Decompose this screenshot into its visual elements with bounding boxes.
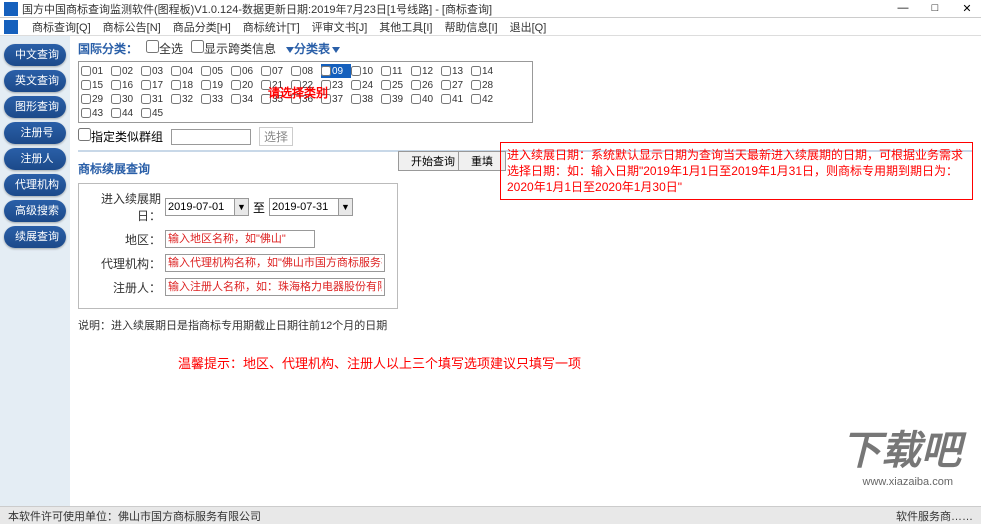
select-all-checkbox[interactable]: 全选 (146, 40, 183, 57)
menu-notice[interactable]: 商标公告[N] (97, 19, 167, 35)
class-checkbox-27[interactable]: 27 (441, 78, 471, 92)
menu-exit[interactable]: 退出[Q] (504, 19, 553, 35)
region-label: 地区： (85, 231, 165, 248)
sidebar-advanced[interactable]: 高级搜索 (4, 200, 66, 222)
sidebar-registrant[interactable]: 注册人 (4, 148, 66, 170)
region-input[interactable] (165, 230, 315, 248)
sidebar: 中文查询 英文查询 图形查询 注册号 注册人 代理机构 高级搜索 续展查询 (0, 36, 70, 506)
agency-input[interactable] (165, 254, 385, 272)
minimize-button[interactable]: — (893, 2, 913, 15)
class-checkbox-13[interactable]: 13 (441, 64, 471, 78)
class-checkbox-05[interactable]: 05 (201, 64, 231, 78)
menu-tools[interactable]: 其他工具[I] (373, 19, 438, 35)
class-checkbox-01[interactable]: 01 (81, 64, 111, 78)
titlebar: 国方中国商标查询监测软件(图程板)V1.0.124-数据更新日期:2019年7月… (0, 0, 981, 18)
status-left: 本软件许可使用单位：佛山市国方商标服务有限公司 (8, 508, 261, 524)
class-checkbox-11[interactable]: 11 (381, 64, 411, 78)
date-sep: 至 (253, 199, 265, 216)
class-checkbox-08[interactable]: 08 (291, 64, 321, 78)
status-right: 软件服务商…… (896, 508, 973, 524)
class-checkbox-16[interactable]: 16 (111, 78, 141, 92)
watermark-url: www.xiazaiba.com (863, 476, 953, 488)
date-from-dropdown[interactable]: ▼ (235, 198, 249, 216)
class-checkbox-15[interactable]: 15 (81, 78, 111, 92)
date-from-input[interactable] (165, 198, 235, 216)
class-checkbox-25[interactable]: 25 (381, 78, 411, 92)
sidebar-regnum[interactable]: 注册号 (4, 122, 66, 144)
show-cross-checkbox[interactable]: 显示跨类信息 (191, 40, 276, 57)
class-checkbox-18[interactable]: 18 (171, 78, 201, 92)
note-text: 说明：进入续展期日是指商标专用期截止日期往前12个月的日期 (78, 317, 973, 333)
similar-group-checkbox[interactable]: 指定类似群组 (78, 128, 163, 145)
date-to-dropdown[interactable]: ▼ (339, 198, 353, 216)
menu-icon (4, 20, 18, 34)
tip-text: 温馨提示：地区、代理机构、注册人以上三个填写选项建议只填写一项 (178, 353, 973, 372)
date-label: 进入续展期日： (85, 190, 165, 224)
class-checkbox-24[interactable]: 24 (351, 78, 381, 92)
class-checkbox-09[interactable]: 09 (321, 64, 351, 78)
info-box: 进入续展日期：系统默认显示日期为查询当天最新进入续展期的日期，可根据业务需求选择… (500, 142, 973, 200)
menu-classify[interactable]: 商品分类[H] (167, 19, 237, 35)
watermark: 下载吧 (841, 418, 961, 476)
class-checkbox-42[interactable]: 42 (471, 92, 501, 106)
class-checkbox-41[interactable]: 41 (441, 92, 471, 106)
content: 国际分类： 全选 显示跨类信息 分类表 01020304050607080910… (70, 36, 981, 506)
statusbar: 本软件许可使用单位：佛山市国方商标服务有限公司 软件服务商…… (0, 506, 981, 524)
class-checkbox-07[interactable]: 07 (261, 64, 291, 78)
class-checkbox-04[interactable]: 04 (171, 64, 201, 78)
menu-query[interactable]: 商标查询[Q] (26, 19, 97, 35)
overlay-hint: 请选择类别 (268, 84, 328, 101)
class-checkbox-02[interactable]: 02 (111, 64, 141, 78)
menu-stats[interactable]: 商标统计[T] (237, 19, 306, 35)
class-checkbox-19[interactable]: 19 (201, 78, 231, 92)
sidebar-graphic[interactable]: 图形查询 (4, 96, 66, 118)
menu-help[interactable]: 帮助信息[I] (438, 19, 503, 35)
class-checkbox-38[interactable]: 38 (351, 92, 381, 106)
class-checkbox-34[interactable]: 34 (231, 92, 261, 106)
classify-table-link[interactable]: 分类表 (284, 40, 340, 57)
classify-label: 国际分类： (78, 40, 138, 57)
sidebar-agency[interactable]: 代理机构 (4, 174, 66, 196)
close-button[interactable]: ✕ (957, 2, 977, 15)
class-checkbox-29[interactable]: 29 (81, 92, 111, 106)
reset-button[interactable]: 重填 (458, 151, 506, 171)
class-checkbox-32[interactable]: 32 (171, 92, 201, 106)
select-button[interactable]: 选择 (259, 127, 293, 146)
title-text: 国方中国商标查询监测软件(图程板)V1.0.124-数据更新日期:2019年7月… (22, 1, 893, 17)
app-icon (4, 2, 18, 16)
maximize-button[interactable]: □ (925, 2, 945, 15)
class-checkbox-26[interactable]: 26 (411, 78, 441, 92)
class-checkbox-33[interactable]: 33 (201, 92, 231, 106)
registrant-input[interactable] (165, 278, 385, 296)
class-checkbox-43[interactable]: 43 (81, 106, 111, 120)
class-checkbox-06[interactable]: 06 (231, 64, 261, 78)
registrant-label: 注册人： (85, 279, 165, 296)
agency-label: 代理机构： (85, 255, 165, 272)
sidebar-chinese[interactable]: 中文查询 (4, 44, 66, 66)
class-checkbox-17[interactable]: 17 (141, 78, 171, 92)
class-checkbox-39[interactable]: 39 (381, 92, 411, 106)
date-to-input[interactable] (269, 198, 339, 216)
class-checkbox-03[interactable]: 03 (141, 64, 171, 78)
menu-review[interactable]: 评审文书[J] (306, 19, 374, 35)
class-checkbox-12[interactable]: 12 (411, 64, 441, 78)
class-checkbox-20[interactable]: 20 (231, 78, 261, 92)
class-checkbox-44[interactable]: 44 (111, 106, 141, 120)
class-checkbox-30[interactable]: 30 (111, 92, 141, 106)
sidebar-english[interactable]: 英文查询 (4, 70, 66, 92)
class-checkbox-45[interactable]: 45 (141, 106, 171, 120)
sidebar-renewal[interactable]: 续展查询 (4, 226, 66, 248)
similar-group-input[interactable] (171, 129, 251, 145)
class-checkbox-14[interactable]: 14 (471, 64, 501, 78)
class-checkbox-40[interactable]: 40 (411, 92, 441, 106)
class-checkbox-28[interactable]: 28 (471, 78, 501, 92)
class-checkbox-10[interactable]: 10 (351, 64, 381, 78)
class-checkbox-31[interactable]: 31 (141, 92, 171, 106)
menubar: 商标查询[Q] 商标公告[N] 商品分类[H] 商标统计[T] 评审文书[J] … (0, 18, 981, 36)
